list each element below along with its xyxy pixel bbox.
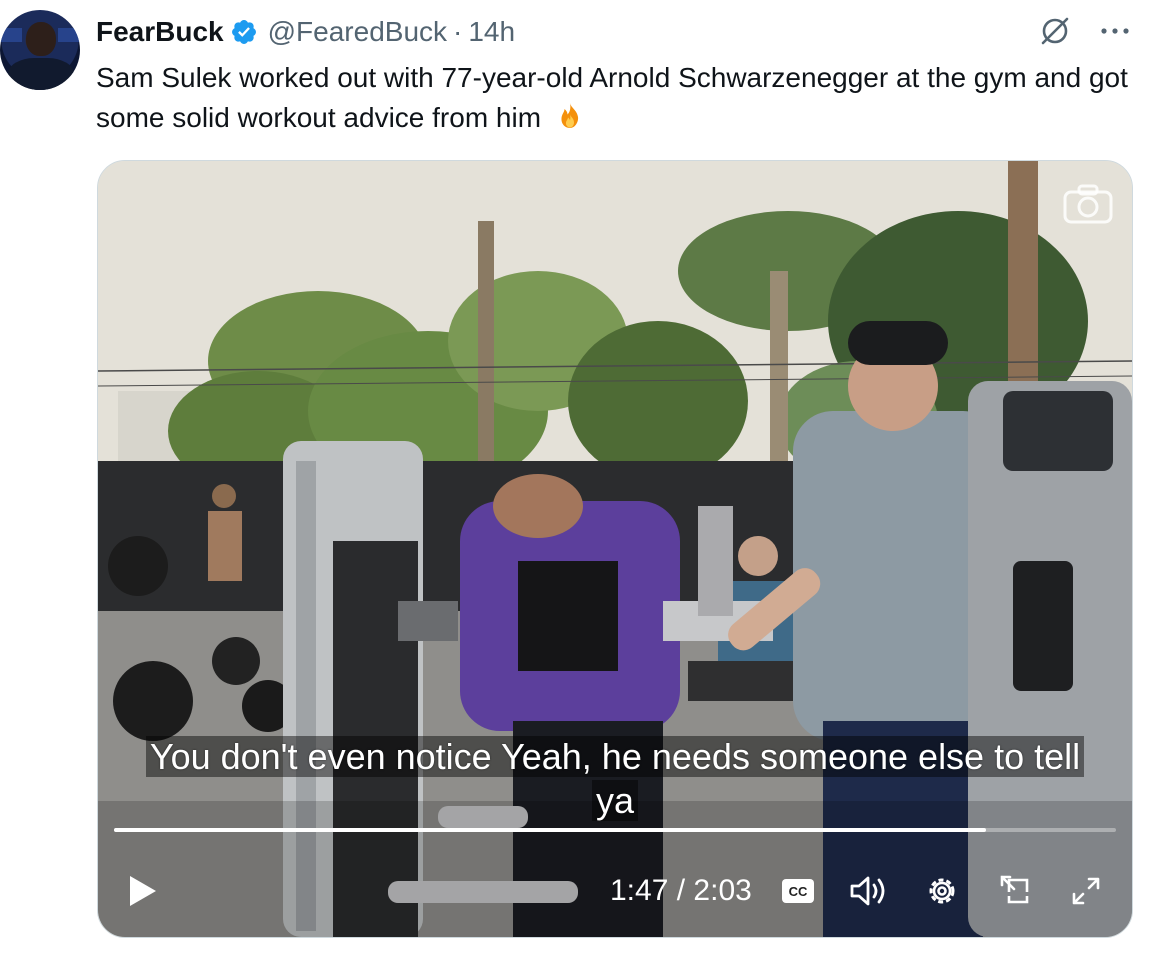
tweet-text: Sam Sulek worked out with 77-year-old Ar…: [96, 58, 1146, 138]
grok-icon[interactable]: [1038, 14, 1072, 48]
progress-bar[interactable]: [114, 828, 1116, 832]
settings-icon: [929, 878, 955, 904]
cc-icon: CC: [782, 879, 814, 903]
tweet-timestamp[interactable]: 14h: [468, 16, 515, 48]
video-controls: 1:47 / 2:03 CC: [98, 861, 1132, 921]
progress-bar-fill: [114, 828, 986, 832]
time-separator: /: [676, 874, 686, 907]
settings-button[interactable]: [922, 873, 962, 909]
fullscreen-icon: [1072, 877, 1100, 905]
tweet-card[interactable]: FearBuck @FearedBuck · 14h Sam Sulek wor…: [0, 0, 1160, 958]
volume-icon: [850, 876, 885, 906]
duration: 2:03: [693, 874, 752, 907]
time-display: 1:47 / 2:03: [610, 873, 752, 909]
tweet-header: FearBuck @FearedBuck · 14h: [96, 14, 515, 50]
avatar[interactable]: [0, 10, 80, 90]
more-icon[interactable]: [1098, 14, 1132, 48]
play-icon[interactable]: [124, 873, 160, 909]
video-caption: You don't even notice Yeah, he needs som…: [110, 735, 1120, 823]
cc-button[interactable]: CC: [778, 873, 818, 909]
pip-button[interactable]: [996, 873, 1036, 909]
cc-label: CC: [789, 884, 808, 899]
author-name[interactable]: FearBuck: [96, 16, 224, 48]
avatar-background-logo: [58, 28, 80, 42]
author-handle[interactable]: @FearedBuck: [268, 16, 447, 48]
current-time: 1:47: [610, 874, 669, 907]
tweet-body: Sam Sulek worked out with 77-year-old Ar…: [96, 62, 1128, 133]
caption-line-1: You don't even notice Yeah, he needs som…: [145, 736, 1085, 777]
volume-button[interactable]: [848, 873, 888, 909]
caption-line-2: ya: [591, 780, 639, 821]
camera-icon[interactable]: [1062, 183, 1114, 225]
avatar-shirt: [8, 58, 74, 90]
pip-icon: [1000, 875, 1029, 904]
avatar-background-logo: [0, 28, 22, 42]
avatar-head: [26, 22, 56, 56]
fire-emoji-icon: [561, 103, 578, 128]
video-player[interactable]: You don't even notice Yeah, he needs som…: [97, 160, 1133, 938]
separator-dot: ·: [453, 16, 463, 47]
header-actions: [1038, 14, 1132, 48]
verified-badge-icon: [231, 20, 256, 44]
fullscreen-button[interactable]: [1066, 873, 1106, 909]
